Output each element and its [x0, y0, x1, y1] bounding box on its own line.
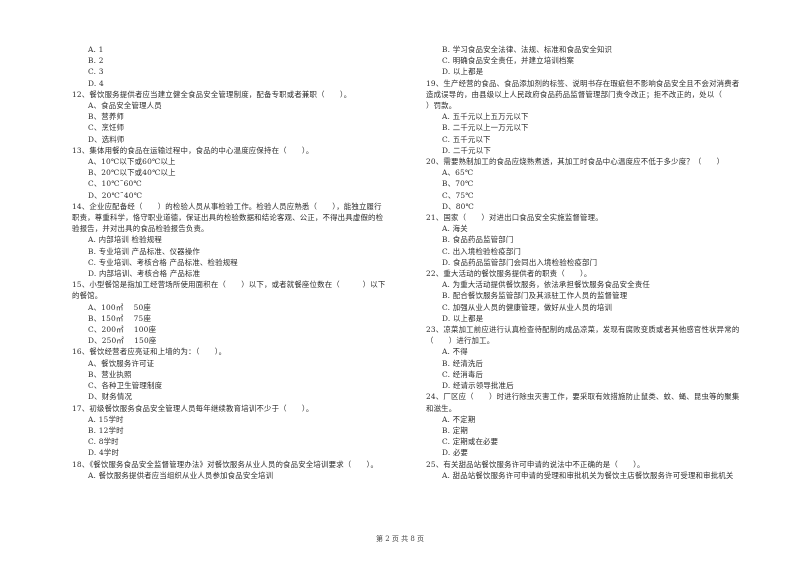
question-text: 13、集体用餐的食品在运输过程中，食品的中心温度应保持在（ ）。 — [72, 145, 314, 155]
answer-option: D、20℃˜40℃ — [88, 190, 143, 200]
answer-option: A. 海关 — [442, 224, 468, 234]
question-text: 造成误导的，由县级以上人民政府食品药品监督管理部门责令改正；拒不改正的，处以（ — [426, 89, 723, 99]
question-text: 23、凉菜加工前应进行认真检查待配制的成品凉菜，发现有腐败变质或者其他感官性状异… — [426, 325, 740, 335]
answer-option: D. 经请示领导批准后 — [442, 381, 514, 391]
answer-option: D. 二千元以下 — [442, 145, 491, 155]
answer-option: C. 明确食品安全责任，并建立培训档案 — [442, 56, 575, 66]
answer-option: A. 内部培训 检验规程 — [88, 235, 162, 245]
question-text: 的餐馆。 — [72, 291, 103, 301]
answer-option: D. 以上都是 — [442, 313, 484, 323]
answer-option: D. 食品药品监管部门会同出入境检验检疫部门 — [442, 257, 598, 267]
question-text: 22、重大活动的餐饮服务提供者的职责（ ）。 — [426, 269, 592, 279]
answer-option: B、营养师 — [88, 112, 124, 122]
question-text: （ ）进行加工。 — [426, 336, 495, 346]
answer-option: B. 经清洗后 — [442, 358, 484, 368]
answer-option: C、75℃ — [442, 190, 474, 200]
answer-option: B、营业执照 — [88, 369, 132, 379]
answer-option: A. 为重大活动提供餐饮服务，依法承担餐饮服务食品安全责任 — [442, 280, 650, 290]
answer-option: D、选料师 — [88, 134, 125, 144]
question-text: 和滋生。 — [426, 403, 457, 413]
answer-option: A、食品安全管理人员 — [88, 101, 162, 111]
answer-option: A. 五千元以上五万元以下 — [442, 112, 529, 122]
left-column: A. 1 B. 2 C. 3 D. 4 12、餐饮服务提供者应当建立健全食品安全管理制度… — [72, 44, 417, 481]
answer-option: A、10℃以下或60℃以上 — [88, 157, 176, 167]
answer-option: B. 专业培训 产品标准、仪器操作 — [88, 246, 200, 256]
question-text: 18、《餐饮服务食品安全监督管理办法》对餐饮服务从业人员的食品安全培训要求（ ）… — [72, 459, 379, 469]
question-text: 验报告，并对出具的食品检验报告负责。 — [72, 224, 209, 234]
page-footer: 第 2 页 共 8 页 — [375, 535, 425, 543]
answer-option: C、10℃˜60℃ — [88, 179, 142, 189]
answer-option: C、烹饪师 — [88, 123, 125, 133]
answer-option: C. 五千元以下 — [442, 134, 491, 144]
question-text: 15、小型餐馆是指加工经营场所使用面积在（ ）以下，或者就餐座位数在（ ）以下 — [72, 280, 386, 290]
answer-option: D. 以上都是 — [442, 67, 484, 77]
question-text: ）罚款。 — [426, 101, 457, 111]
question-text: 20、需要熟制加工的食品应烧熟煮透，其加工时食品中心温度应不低于多少度？（ ） — [426, 157, 725, 167]
answer-option: A. 甜品站餐饮服务许可申请的受理和审批机关为餐饮主店餐饮服务许可受理和审批机关 — [442, 470, 734, 480]
question-text: 19、生产经营的食品、食品添加剂的标签、说明书存在瑕疵但不影响食品安全且不会对消… — [426, 78, 740, 88]
answer-option: A、65℃ — [442, 168, 474, 178]
answer-option: B. 食品药品监管部门 — [442, 235, 514, 245]
question-text: 14、企业应配备经（ ）的检验人员从事检验工作。检验人员应熟悉（ ），能独立履行 — [72, 201, 382, 211]
answer-option: C. 专业培训、考核合格 产品标准、检验规程 — [88, 257, 238, 267]
answer-option: B. 二千元以上一万元以下 — [442, 123, 529, 133]
answer-option: B. 2 — [88, 56, 104, 66]
question-text: 职责，尊重科学，恪守职业道德，保证出具的检验数据和结论客观、公正，不得出具虚假的… — [72, 213, 384, 223]
question-text: 21、国家（ ）对进出口食品安全实施监督管理。 — [426, 213, 603, 223]
answer-option: D. 4学时 — [88, 448, 120, 458]
answer-option: B、150㎡ 75座 — [88, 313, 152, 323]
question-text: 25、有关甜品站餐饮服务许可申请的说法中不正确的是（ ）。 — [426, 459, 645, 469]
answer-option: A. 不定期 — [442, 414, 476, 424]
answer-option: B. 12学时 — [88, 425, 124, 435]
answer-option: B、70℃ — [442, 179, 474, 189]
answer-option: C、200㎡ 100座 — [88, 325, 157, 335]
question-text: 12、餐饮服务提供者应当建立健全食品安全管理制度，配备专职或者兼职（ ）。 — [72, 89, 352, 99]
answer-option: D、财务情况 — [88, 392, 133, 402]
answer-option: D. 必要 — [442, 448, 469, 458]
answer-option: A. 不得 — [442, 347, 468, 357]
answer-option: C. 加强从业人员的健康管理，做好从业人员的培训 — [442, 302, 613, 312]
question-text: 24、厂区应（ ）时进行除虫灭害工作，要采取有效措施防止鼠类、蚊、蝇、昆虫等的聚… — [426, 392, 740, 402]
answer-option: B. 配合餐饮服务监管部门及其派驻工作人员的监督管理 — [442, 291, 628, 301]
answer-option: C. 经消毒后 — [442, 369, 484, 379]
question-text: 17、初级餐饮服务食品安全管理人员每年继续教育培训不少于（ ）。 — [72, 403, 314, 413]
answer-option: D. 4 — [88, 78, 104, 88]
answer-option: C. 定期或在必要 — [442, 437, 499, 447]
answer-option: C. 出入境检验检疫部门 — [442, 246, 522, 256]
right-column: B. 学习食品安全法律、法规、标准和食品安全知识 C. 明确食品安全责任，并建立培… — [426, 44, 776, 481]
answer-option: D、80℃ — [442, 201, 474, 211]
answer-option: A. 1 — [88, 45, 104, 54]
answer-option: A、餐饮服务许可证 — [88, 358, 155, 368]
answer-option: B. 定期 — [442, 425, 468, 435]
answer-option: A. 15学时 — [88, 414, 124, 424]
answer-option: A. 餐饮服务提供者应当组织从业人员参加食品安全培训 — [88, 470, 274, 480]
answer-option: C. 3 — [88, 67, 104, 77]
answer-option: B. 学习食品安全法律、法规、标准和食品安全知识 — [442, 45, 613, 54]
answer-option: A、100㎡ 50座 — [88, 302, 151, 312]
answer-option: C、各种卫生管理制度 — [88, 381, 163, 391]
answer-option: C. 8学时 — [88, 437, 119, 447]
answer-option: D. 内部培训、考核合格 产品标准 — [88, 269, 201, 279]
answer-option: B、20℃以下或40℃以上 — [88, 168, 176, 178]
question-text: 16、餐饮经营者应亮证和上墙的为：（ ）。 — [72, 347, 227, 357]
answer-option: D、250㎡ 150座 — [88, 336, 157, 346]
